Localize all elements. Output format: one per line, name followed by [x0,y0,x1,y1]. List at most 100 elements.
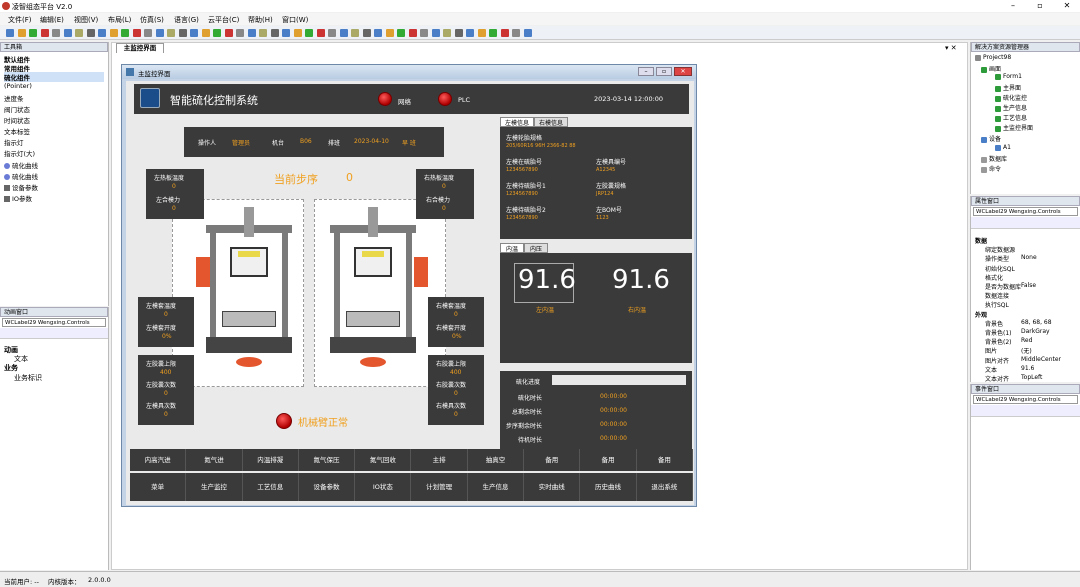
animation-target-combo[interactable]: WCLabel29 Wengxing.Controls [2,318,106,327]
tree-process-info[interactable]: 工艺信息 [995,113,1027,122]
toolbar-button-icon[interactable] [431,29,440,37]
anim-row-business-id[interactable]: 业务标识 [14,373,42,383]
toolbox-item-io-params[interactable]: IO参数 [4,193,32,203]
nav-button-7[interactable]: 实时曲线 [524,473,581,501]
toolbar-button-icon[interactable] [75,29,83,37]
nav-button-4[interactable]: IO状态 [355,473,412,501]
toolbar-button-icon[interactable] [132,29,141,37]
toolbar-button-icon[interactable] [167,29,175,37]
toolbar-button-icon[interactable] [420,29,428,37]
tree-main-monitor[interactable]: 主监控界面 [995,123,1033,132]
toolbox-item-indicator-large[interactable]: 指示灯(大) [4,148,35,158]
property-value[interactable]: (无) [1021,346,1032,355]
toolbar-button-icon[interactable] [144,29,152,37]
close-icon[interactable]: ✕ [1054,0,1080,12]
tree-form1[interactable]: Form1 [995,73,1022,80]
nav-button-6[interactable]: 生产信息 [468,473,525,501]
toolbar-button-icon[interactable] [305,29,313,37]
toolbar-button-icon[interactable] [86,29,95,37]
toolbox-item-indicator[interactable]: 指示灯 [4,137,24,147]
doc-close-icon[interactable]: ▾ ✕ [945,44,957,52]
toolbar-button-icon[interactable] [236,29,244,37]
toolbar-button-icon[interactable] [155,29,164,37]
property-key[interactable]: 数据连接 [985,291,1009,300]
property-key[interactable]: 格式化 [985,273,1003,282]
property-key[interactable]: 操作类型 [985,254,1009,263]
tree-devices[interactable]: 设备 [981,134,1001,143]
property-key[interactable]: 初始化SQL [985,264,1015,273]
tree-a1[interactable]: A1 [995,144,1011,151]
toolbar-button-icon[interactable] [201,29,210,37]
tree-main[interactable]: 主界面 [995,83,1021,92]
valve-button-7[interactable]: 备用 [524,449,581,471]
toolbar-button-icon[interactable] [190,29,198,37]
valve-button-5[interactable]: 主排 [412,449,468,471]
toolbar-button-icon[interactable] [17,29,26,37]
tree-screens[interactable]: 画面 [981,64,1001,73]
property-value[interactable]: 68, 68, 68 [1021,319,1052,326]
toolbox-item-progress[interactable]: 进度条 [4,93,24,103]
toolbox-item-pointer[interactable]: (Pointer) [4,82,32,90]
menu-layout[interactable]: 布局(L) [108,15,131,25]
property-key[interactable]: 文本 [985,365,997,374]
property-key[interactable]: 图片 [985,346,997,355]
menu-window[interactable]: 窗口(W) [282,15,308,25]
toolbar-button-icon[interactable] [374,29,382,37]
tab-inner-temp[interactable]: 内温 [500,243,524,253]
toolbar-button-icon[interactable] [362,29,371,37]
toolbar-button-icon[interactable] [351,29,359,37]
tab-main-monitor[interactable]: 主监控界面 [116,43,164,53]
property-key[interactable]: 图片对齐 [985,356,1009,365]
tree-command[interactable]: 命令 [981,164,1001,173]
tree-production-info[interactable]: 生产信息 [995,103,1027,112]
toolbar-button-icon[interactable] [408,29,417,37]
toolbar-button-icon[interactable] [98,29,106,37]
menu-simulate[interactable]: 仿真(S) [140,15,164,25]
toolbar-button-icon[interactable] [512,29,520,37]
property-value[interactable]: DarkGray [1021,328,1050,335]
menu-file[interactable]: 文件(F) [8,15,32,25]
maximize-icon[interactable]: ▫ [1027,0,1053,12]
inner-maximize-icon[interactable]: ▫ [656,67,672,76]
toolbar-button-icon[interactable] [500,29,509,37]
valve-button-8[interactable]: 备用 [580,449,637,471]
property-value[interactable]: TopLeft [1021,374,1042,381]
valve-button-2[interactable]: 内温排凝 [243,449,299,471]
menu-edit[interactable]: 编辑(E) [40,15,64,25]
nav-button-1[interactable]: 生产监控 [186,473,243,501]
menu-cloud[interactable]: 云平台(C) [208,15,239,25]
tab-right-mold-info[interactable]: 右模信息 [534,117,568,127]
tab-inner-pressure[interactable]: 内压 [524,243,548,253]
inner-close-icon[interactable]: ✕ [674,67,692,76]
tab-left-mold-info[interactable]: 左模信息 [500,117,534,127]
anim-group-business[interactable]: 业务 [4,363,18,373]
property-key[interactable]: 背景色(1) [985,328,1012,337]
toolbar-button-icon[interactable] [259,29,267,37]
toolbar-button-icon[interactable] [477,29,486,37]
toolbox-item-curve1[interactable]: 硫化曲线 [4,160,38,170]
menu-view[interactable]: 视图(V) [74,15,98,25]
toolbar-button-icon[interactable] [6,29,14,37]
toolbar-button-icon[interactable] [52,29,60,37]
toolbar-button-icon[interactable] [489,29,497,37]
toolbar-button-icon[interactable] [270,29,279,37]
valve-button-3[interactable]: 氮气保压 [299,449,356,471]
property-key[interactable]: 数据 [975,236,987,245]
toolbar-button-icon[interactable] [523,29,532,37]
property-key[interactable]: 文本对齐 [985,374,1009,383]
menu-help[interactable]: 帮助(H) [248,15,273,25]
toolbar-button-icon[interactable] [316,29,325,37]
property-value[interactable]: False [1021,282,1036,289]
toolbar-button-icon[interactable] [213,29,221,37]
toolbar-button-icon[interactable] [247,29,256,37]
toolbar-button-icon[interactable] [224,29,233,37]
property-key[interactable]: 外观 [975,310,987,319]
toolbar-button-icon[interactable] [63,29,72,37]
nav-button-0[interactable]: 菜单 [130,473,187,501]
toolbar-button-icon[interactable] [328,29,336,37]
nav-button-5[interactable]: 计划管理 [412,473,468,501]
toolbar-button-icon[interactable] [454,29,463,37]
nav-button-2[interactable]: 工艺信息 [243,473,299,501]
nav-button-9[interactable]: 退出系统 [637,473,693,501]
toolbar-button-icon[interactable] [29,29,37,37]
